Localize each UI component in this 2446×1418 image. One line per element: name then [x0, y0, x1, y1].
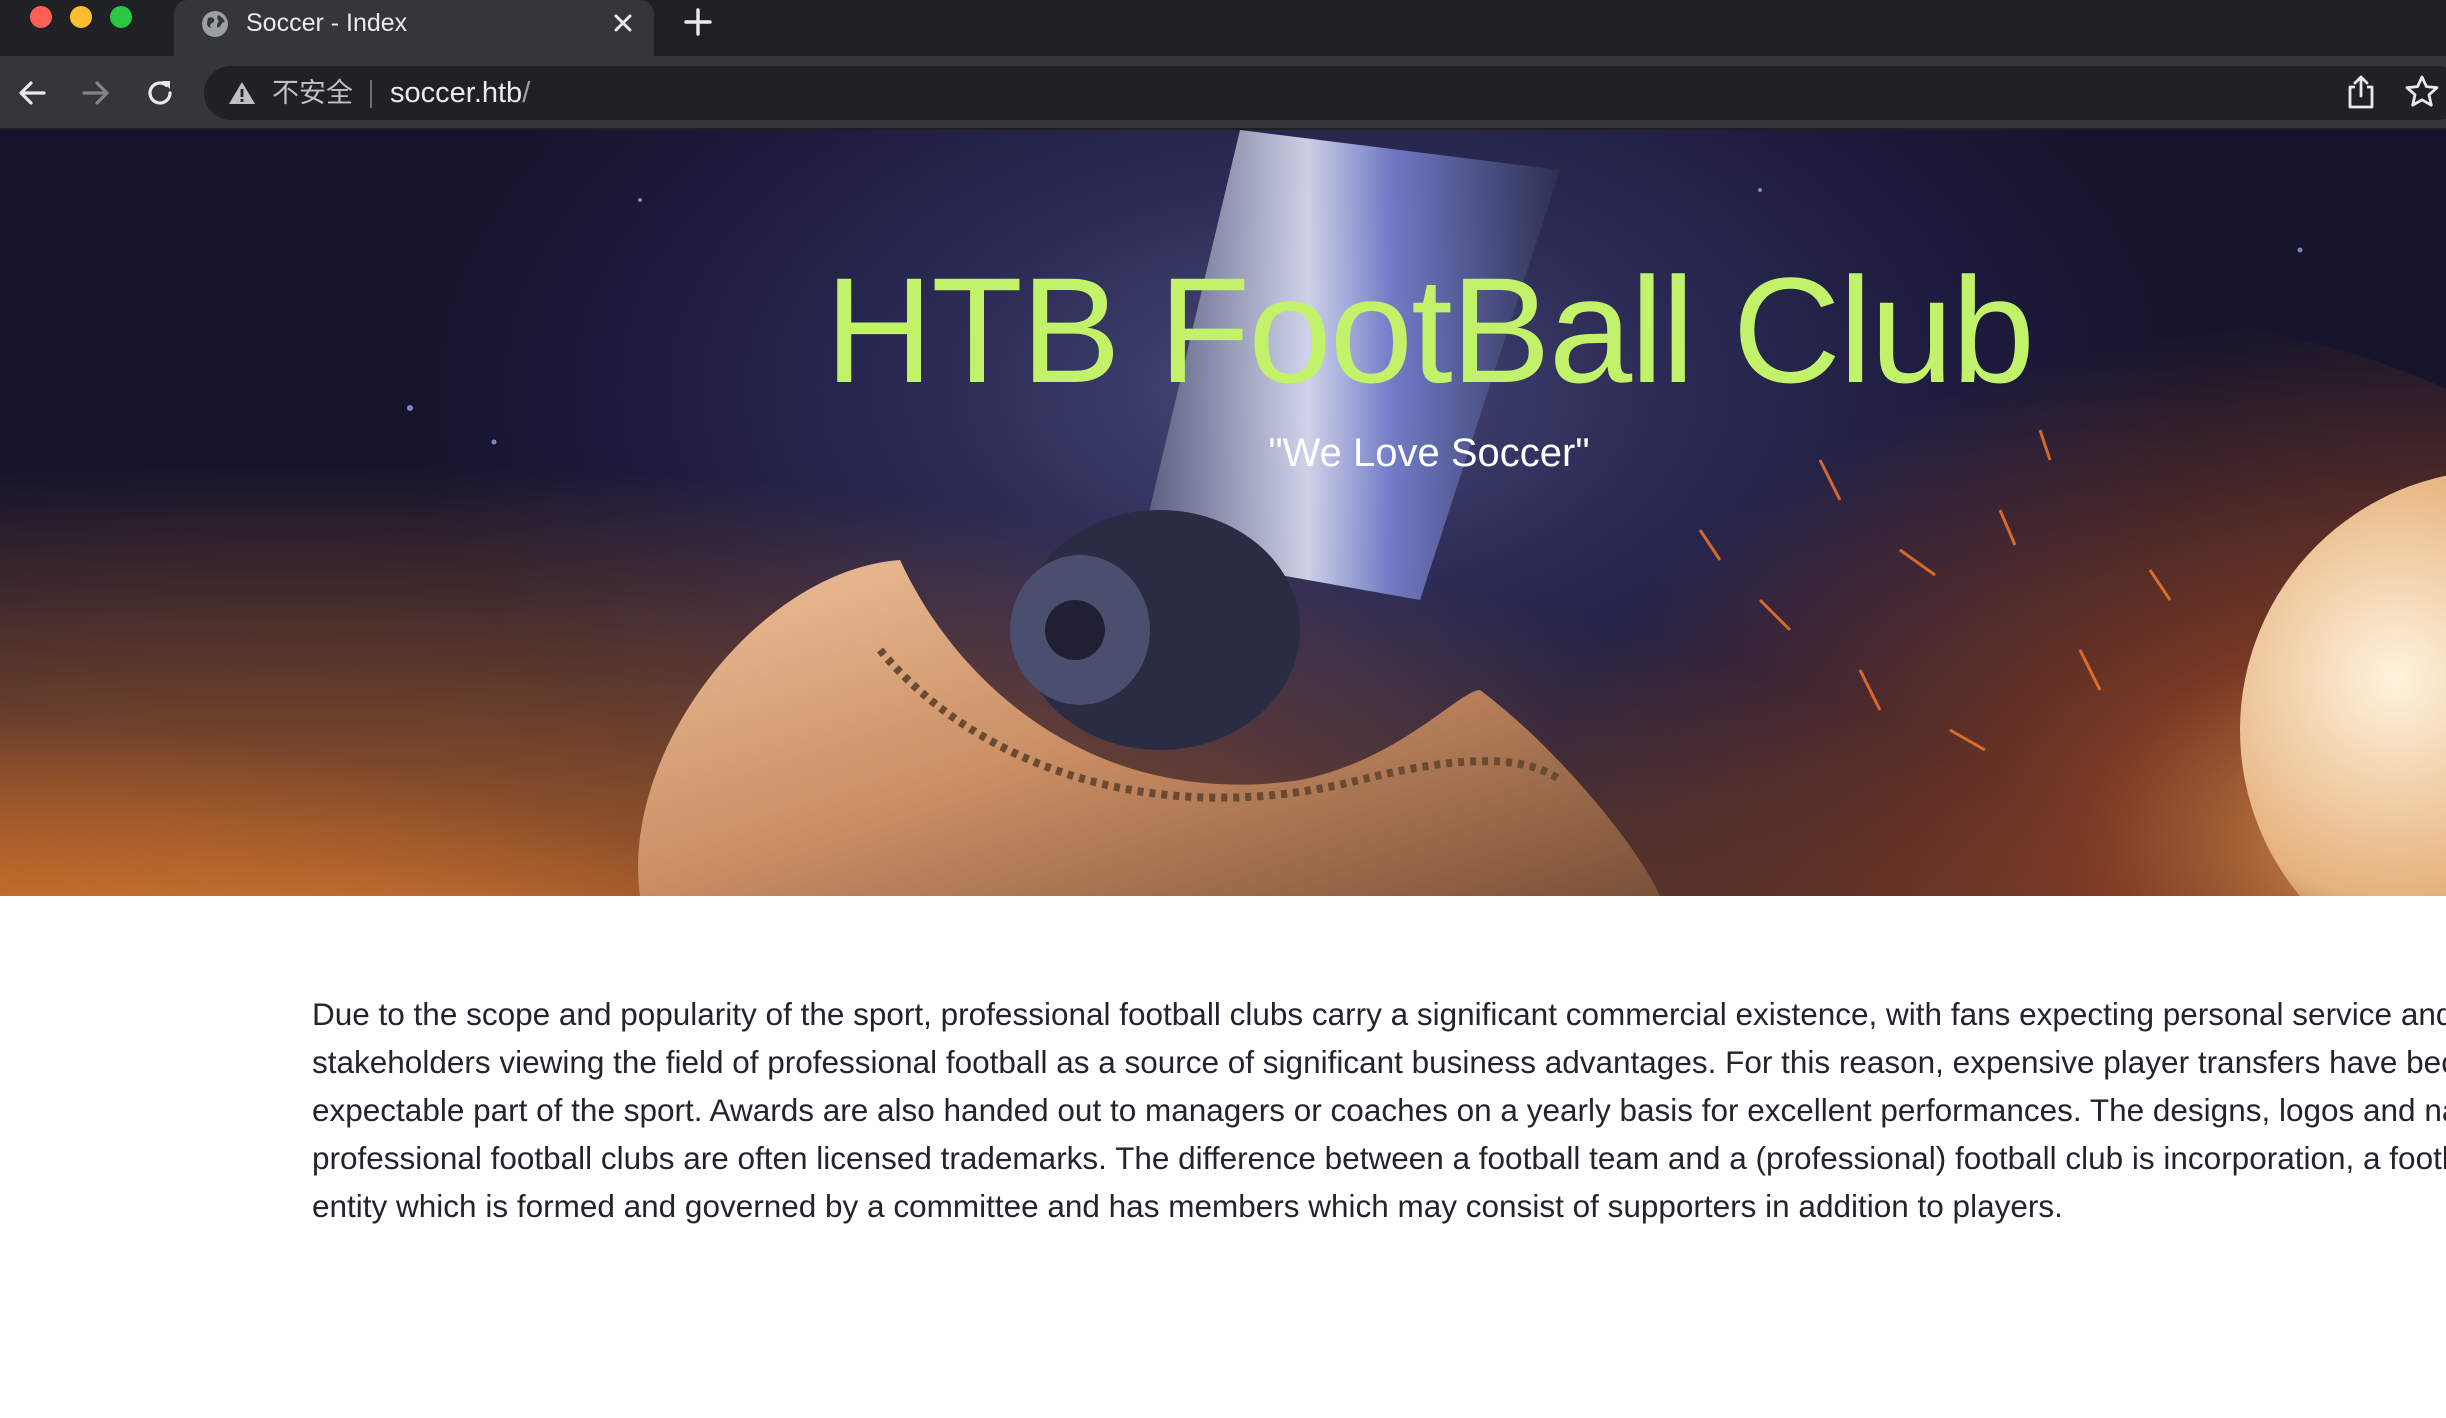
tab-title: Soccer - Index: [246, 9, 408, 37]
minimize-window-button[interactable]: [70, 6, 92, 28]
browser-toolbar: 不安全 soccer.htb/: [0, 56, 2446, 130]
arrow-left-icon[interactable]: [14, 75, 50, 111]
maximize-window-button[interactable]: [110, 6, 132, 28]
browser-tab-active[interactable]: Soccer - Index: [174, 0, 654, 56]
share-icon[interactable]: [2344, 74, 2378, 110]
security-label[interactable]: 不安全: [272, 76, 353, 110]
reload-icon[interactable]: [142, 75, 178, 111]
url-text[interactable]: soccer.htb/: [390, 76, 530, 110]
address-bar[interactable]: 不安全 soccer.htb/: [204, 66, 2446, 120]
hero-banner: HTB FootBall Club "We Love Soccer": [0, 130, 2446, 896]
browser-tab-bar: Soccer - Index: [0, 0, 2446, 56]
arrow-right-icon[interactable]: [78, 75, 114, 111]
star-icon[interactable]: [2404, 74, 2440, 110]
globe-icon: [200, 9, 230, 39]
intro-paragraph: Due to the scope and popularity of the s…: [312, 996, 2446, 1224]
hero-subtitle: "We Love Soccer": [1268, 431, 1590, 475]
url-path: /: [522, 77, 531, 109]
close-icon[interactable]: [608, 8, 638, 38]
hero-title: HTB FootBall Club: [824, 246, 2035, 414]
warning-icon[interactable]: [228, 80, 256, 106]
main-content: Due to the scope and popularity of the s…: [312, 990, 2446, 1290]
omnibox-divider: [370, 80, 372, 108]
plus-icon[interactable]: [680, 4, 716, 40]
close-window-button[interactable]: [30, 6, 52, 28]
url-host: soccer.htb: [390, 77, 523, 109]
